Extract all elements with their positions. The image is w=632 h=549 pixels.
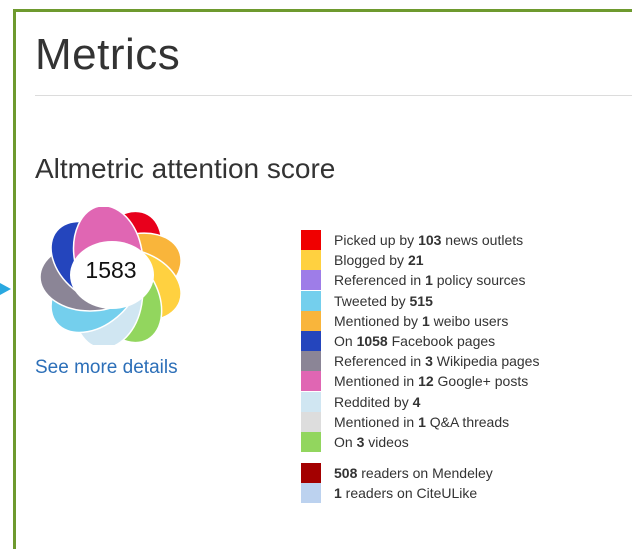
legend-item: Mentioned by 1 weibo users — [301, 310, 539, 331]
readers-legend: 508 readers on Mendeley 1 readers on Cite… — [301, 463, 493, 504]
legend-item: Tweeted by 515 — [301, 290, 539, 311]
legend-label: On 3 videos — [334, 434, 409, 450]
legend-label-suffix: readers on Mendeley — [357, 465, 493, 482]
legend-item: Referenced in 1 policy sources — [301, 270, 539, 291]
legend-label: Referenced in 1 policy sources — [334, 272, 525, 288]
legend-label: On 1058 Facebook pages — [334, 333, 495, 349]
legend-count: 1058 — [356, 333, 388, 350]
attention-sources-legend: Picked up by 103 news outlets Blogged by … — [301, 230, 539, 452]
legend-label: Picked up by 103 news outlets — [334, 232, 523, 248]
legend-swatch — [301, 270, 321, 291]
legend-item: 1 readers on CiteULike — [301, 483, 493, 504]
legend-label: Reddited by 4 — [334, 394, 420, 410]
legend-label-prefix: Blogged by — [334, 252, 408, 269]
legend-label-prefix: Mentioned by — [334, 312, 422, 329]
legend-item: Blogged by 21 — [301, 250, 539, 271]
legend-label-prefix: Mentioned in — [334, 373, 419, 390]
legend-swatch — [301, 371, 321, 392]
legend-label-prefix: Referenced in — [334, 272, 426, 289]
legend-label: 1 readers on CiteULike — [334, 485, 477, 501]
legend-swatch — [301, 290, 321, 311]
legend-swatch — [301, 391, 321, 412]
legend-swatch — [301, 463, 321, 484]
title-divider — [35, 95, 632, 96]
legend-label-prefix: Reddited by — [334, 393, 413, 410]
legend-count: 1 — [425, 272, 433, 289]
legend-label: Tweeted by 515 — [334, 293, 433, 309]
legend-swatch — [301, 483, 321, 504]
legend-item: 508 readers on Mendeley — [301, 463, 493, 484]
legend-count: 508 — [334, 465, 358, 482]
legend-swatch — [301, 310, 321, 331]
legend-count: 12 — [418, 373, 434, 390]
legend-label: Mentioned by 1 weibo users — [334, 313, 508, 329]
legend-count: 515 — [409, 292, 433, 309]
legend-label-prefix: Referenced in — [334, 353, 426, 370]
section-heading: Altmetric attention score — [35, 153, 336, 184]
legend-label-suffix: weibo users — [429, 312, 509, 329]
legend-item: Reddited by 4 — [301, 391, 539, 412]
legend-label-prefix: Mentioned in — [334, 413, 419, 430]
legend-item: Picked up by 103 news outlets — [301, 230, 539, 251]
legend-label: Blogged by 21 — [334, 252, 424, 268]
legend-label-suffix: Wikipedia pages — [432, 353, 540, 370]
legend-label: Referenced in 3 Wikipedia pages — [334, 353, 539, 369]
legend-count: 3 — [425, 353, 433, 370]
legend-label: Mentioned in 12 Google+ posts — [334, 373, 528, 389]
legend-count: 1 — [334, 485, 342, 502]
legend-label-prefix: On — [334, 433, 357, 450]
legend-count: 103 — [418, 232, 442, 249]
legend-label-suffix: Facebook pages — [387, 333, 496, 350]
legend-label-prefix: Picked up by — [334, 232, 419, 249]
legend-label-suffix: Google+ posts — [433, 373, 529, 390]
legend-item: Referenced in 3 Wikipedia pages — [301, 351, 539, 372]
legend-count: 4 — [412, 393, 421, 410]
pointer-arrow-icon — [0, 283, 11, 295]
legend-label-prefix: Tweeted by — [334, 292, 410, 309]
legend-item: Mentioned in 12 Google+ posts — [301, 371, 539, 392]
legend-label-suffix: videos — [364, 433, 409, 450]
attention-score: 1583 — [85, 257, 137, 283]
legend-label-suffix: readers on CiteULike — [341, 485, 478, 502]
legend-label-prefix: On — [334, 333, 357, 350]
see-more-details-link[interactable]: See more details — [35, 357, 178, 379]
legend-label: Mentioned in 1 Q&A threads — [334, 414, 509, 430]
legend-label-suffix: Q&A threads — [425, 413, 510, 430]
legend-swatch — [301, 411, 321, 432]
legend-count: 21 — [407, 252, 424, 269]
legend-swatch — [301, 250, 321, 271]
legend-item: Mentioned in 1 Q&A threads — [301, 411, 539, 432]
legend-label-suffix: policy sources — [432, 272, 526, 289]
legend-item: On 3 videos — [301, 431, 539, 452]
legend-item: On 1058 Facebook pages — [301, 331, 539, 352]
legend-swatch — [301, 331, 321, 352]
legend-swatch — [301, 351, 321, 372]
legend-count: 1 — [418, 413, 426, 430]
legend-label: 508 readers on Mendeley — [334, 465, 493, 481]
legend-swatch — [301, 431, 321, 452]
legend-count: 1 — [421, 312, 430, 329]
page-title: Metrics — [35, 30, 181, 79]
legend-label-suffix: news outlets — [441, 232, 524, 249]
legend-swatch — [301, 230, 321, 251]
